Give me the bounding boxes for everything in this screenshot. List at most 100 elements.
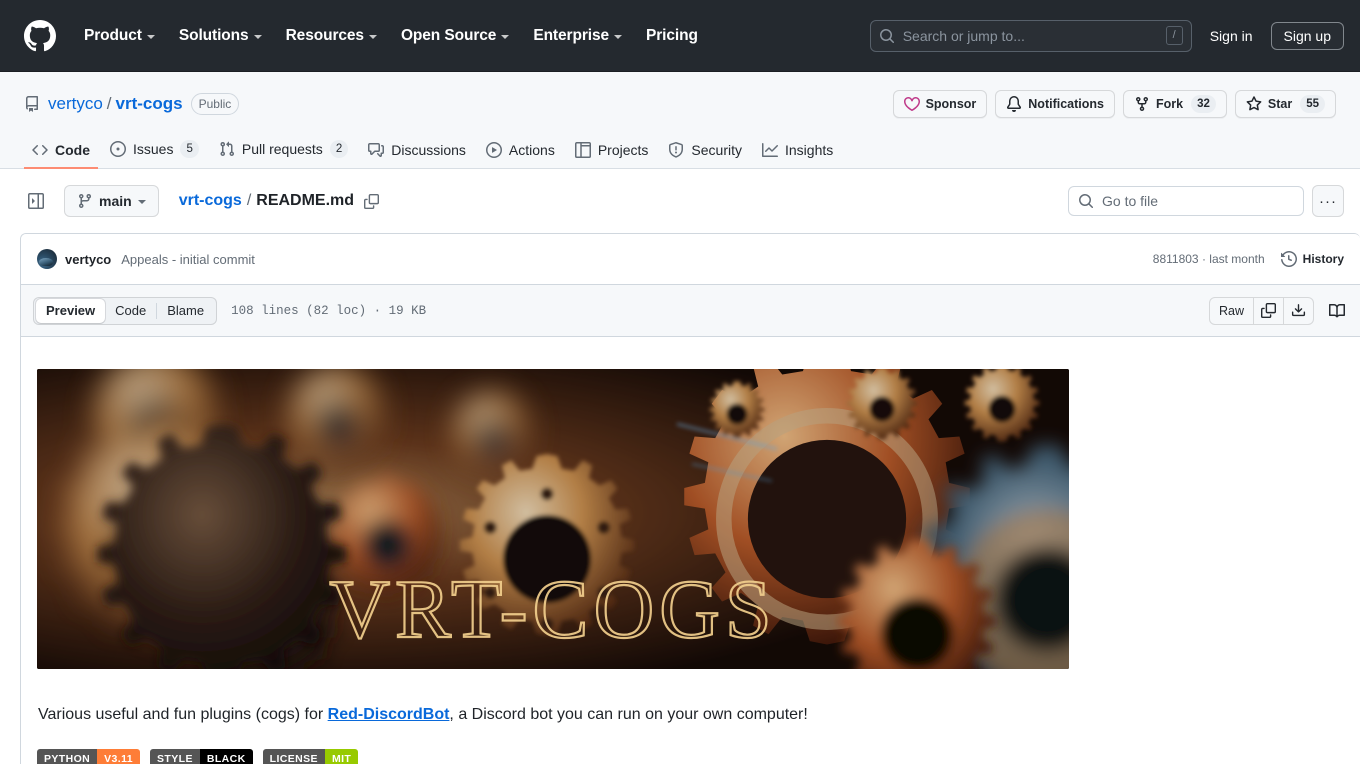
repository-title-row: vertyco / vrt-cogs Public Sponsor Notifi…	[24, 88, 1336, 120]
chevron-down-icon	[253, 34, 262, 39]
repo-owner-link[interactable]: vertyco	[48, 94, 103, 114]
breadcrumb-repo-link[interactable]: vrt-cogs	[179, 192, 242, 210]
table-of-contents-icon[interactable]	[1322, 297, 1352, 325]
git-branch-icon	[78, 194, 91, 209]
repository-actions: Sponsor Notifications Fork 32 Star 55	[892, 90, 1336, 118]
nav-item-solutions[interactable]: Solutions	[167, 19, 274, 53]
commit-relative-time: last month	[1209, 252, 1265, 266]
branch-name: main	[99, 193, 132, 209]
commit-hash-and-time[interactable]: 8811803 · last month	[1153, 252, 1265, 266]
file-view-switcher: Preview Code Blame	[33, 296, 218, 325]
raw-actions-group: Raw	[1208, 296, 1314, 325]
file-navigation-bar: main vrt-cogs / README.md Go to file ···	[0, 169, 1360, 233]
nav-label: Solutions	[178, 26, 249, 44]
tab-label: Security	[691, 142, 742, 158]
search-icon	[879, 28, 894, 43]
tab-discussions[interactable]: Discussions	[360, 135, 474, 169]
breadcrumb-file-name: README.md	[256, 192, 355, 209]
branch-selector-button[interactable]: main	[64, 185, 159, 217]
nav-item-resources[interactable]: Resources	[274, 19, 389, 53]
red-discordbot-link[interactable]: Red-DiscordBot	[328, 706, 450, 723]
notifications-label: Notifications	[1028, 97, 1104, 111]
tab-projects[interactable]: Projects	[567, 135, 657, 169]
file-nav-right: Go to file ···	[1068, 185, 1344, 217]
global-nav: Product Solutions Resources Open Source …	[72, 19, 710, 53]
nav-label: Enterprise	[533, 26, 609, 44]
tab-label: Insights	[785, 142, 834, 158]
history-link[interactable]: History	[1280, 251, 1344, 267]
nav-item-pricing[interactable]: Pricing	[634, 19, 710, 53]
paragraph-after: , a Discord bot you can run on your own …	[449, 706, 808, 723]
github-mark-icon[interactable]	[24, 19, 72, 52]
repo-visibility-badge: Public	[190, 93, 240, 115]
paragraph-before: Various useful and fun plugins (cogs) fo…	[38, 706, 328, 723]
badge-value: BLACK	[199, 749, 253, 764]
tab-label: Discussions	[391, 142, 466, 158]
star-icon	[1246, 96, 1262, 111]
commit-author-link[interactable]: vertyco	[65, 252, 111, 267]
sign-in-button[interactable]: Sign in	[1208, 24, 1255, 48]
tab-issues[interactable]: Issues 5	[102, 133, 207, 169]
nav-label: Product	[84, 26, 142, 44]
latest-commit-bar: vertyco Appeals - initial commit 8811803…	[21, 234, 1360, 285]
readme-paragraph: Various useful and fun plugins (cogs) fo…	[37, 703, 1037, 727]
go-to-file-input[interactable]: Go to file	[1068, 186, 1304, 216]
play-icon	[485, 142, 502, 158]
tab-label: Code	[55, 142, 90, 158]
nav-item-product[interactable]: Product	[72, 19, 167, 53]
git-pull-request-icon	[220, 141, 234, 157]
file-view-toolbar: Preview Code Blame 108 lines (82 loc) · …	[21, 285, 1360, 337]
issue-opened-icon	[110, 141, 126, 157]
fork-label: Fork	[1155, 97, 1184, 111]
star-button[interactable]: Star 55	[1234, 90, 1336, 118]
tab-pull-requests[interactable]: Pull requests 2	[211, 133, 356, 169]
tab-code-view[interactable]: Code	[105, 299, 156, 323]
code-icon	[32, 144, 48, 156]
tab-security[interactable]: Security	[660, 135, 750, 169]
badge-python[interactable]: PYTHON V3.11	[37, 749, 141, 764]
chevron-down-icon	[137, 200, 146, 204]
file-toolbar-actions: Raw	[1208, 296, 1352, 325]
repo-book-icon	[24, 96, 40, 112]
sponsor-label: Sponsor	[925, 97, 977, 111]
tab-preview[interactable]: Preview	[36, 298, 106, 323]
sidebar-expand-icon[interactable]	[20, 185, 52, 217]
more-options-button[interactable]: ···	[1312, 185, 1344, 217]
nav-item-enterprise[interactable]: Enterprise	[521, 19, 634, 53]
readme-badges: PYTHON V3.11 STYLE BLACK LICENSE MIT	[37, 749, 1037, 764]
tab-insights[interactable]: Insights	[754, 135, 841, 169]
commit-message[interactable]: Appeals - initial commit	[121, 252, 255, 267]
commit-hash: 8811803	[1152, 252, 1199, 266]
heart-icon	[903, 97, 920, 112]
shield-icon	[669, 142, 684, 158]
repo-name-link[interactable]: vrt-cogs	[116, 94, 183, 114]
download-icon[interactable]	[1283, 297, 1313, 324]
tab-blame[interactable]: Blame	[157, 299, 214, 323]
sign-up-button[interactable]: Sign up	[1270, 21, 1344, 50]
badge-style[interactable]: STYLE BLACK	[150, 749, 253, 764]
fork-button[interactable]: Fork 32	[1122, 90, 1227, 118]
readme-inner: VRT-COGS Various useful and fun plugins …	[21, 369, 1069, 764]
search-icon	[1079, 194, 1094, 209]
search-input[interactable]: Search or jump to... /	[869, 19, 1192, 52]
tab-code[interactable]: Code	[24, 135, 98, 169]
history-label: History	[1302, 252, 1344, 266]
nav-item-open-source[interactable]: Open Source	[389, 19, 521, 53]
copy-raw-icon[interactable]	[1253, 297, 1283, 324]
search-shortcut-key: /	[1165, 26, 1183, 45]
graph-icon	[762, 143, 778, 157]
notifications-button[interactable]: Notifications	[995, 90, 1115, 118]
go-to-file-placeholder: Go to file	[1102, 193, 1159, 209]
repository-header: vertyco / vrt-cogs Public Sponsor Notifi…	[0, 72, 1360, 169]
copy-icon[interactable]	[364, 193, 380, 209]
avatar[interactable]	[37, 249, 57, 269]
badge-label: PYTHON	[37, 749, 98, 764]
chevron-down-icon	[368, 34, 377, 39]
badge-license[interactable]: LICENSE MIT	[262, 749, 359, 764]
sponsor-button[interactable]: Sponsor	[892, 90, 988, 118]
tab-actions[interactable]: Actions	[478, 135, 563, 169]
commit-meta: 8811803 · last month History	[1153, 251, 1344, 267]
breadcrumb: vrt-cogs / README.md	[179, 192, 380, 210]
raw-button[interactable]: Raw	[1210, 298, 1253, 324]
tab-label: Pull requests	[241, 141, 323, 157]
